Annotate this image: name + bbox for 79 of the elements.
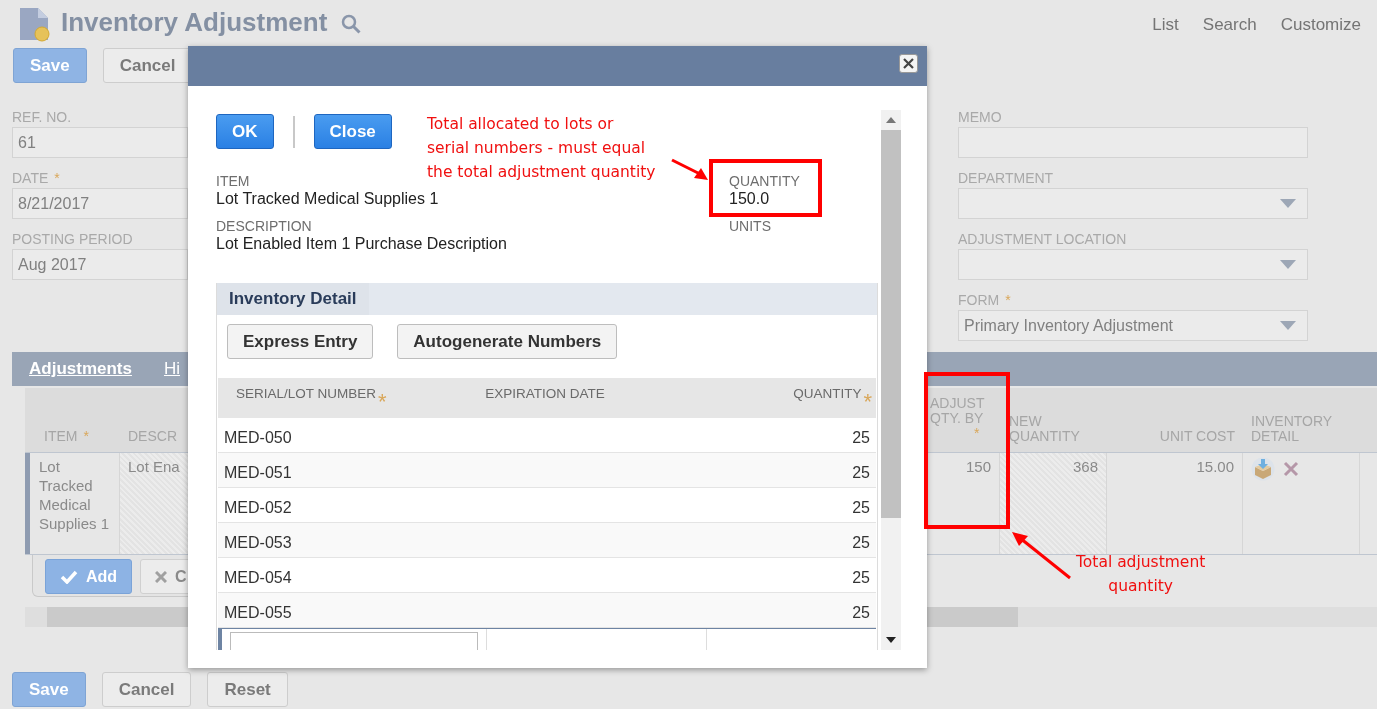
vertical-scrollbar[interactable] [881,110,901,650]
field-label: POSTING PERIOD [12,231,133,247]
field-value: Lot Tracked Medical Supplies 1 [216,189,440,208]
delete-icon[interactable] [1283,461,1299,477]
table-cell-text: MED-051 [224,463,293,483]
field-value: Lot Enabled Item 1 Purchase Description [216,234,508,253]
table-cell-text: MED-053 [224,533,293,553]
field-label: UNITS [729,218,772,234]
table-cell-text: 25 [851,533,870,553]
detail-button[interactable]: Express Entry [227,324,374,359]
arrow [1010,530,1072,580]
scroll-down-icon[interactable] [886,637,896,643]
required-mark: * [378,393,387,411]
dropdown-field[interactable] [958,249,1308,280]
x-icon [155,570,168,583]
field-value: 150.0 [729,189,771,208]
subtab[interactable]: Hi [163,352,181,386]
arrow [670,158,710,182]
page-button[interactable]: Save [12,672,86,707]
box-icon[interactable] [1251,457,1275,481]
field-label: ITEM [216,173,251,189]
dropdown-icon [1280,321,1296,330]
dropdown-field[interactable] [958,188,1308,219]
page-title: Inventory Adjustment [61,6,328,39]
panel-tab[interactable]: Inventory Detail [217,283,369,315]
header-link[interactable]: Search [1202,5,1257,45]
dialog-button[interactable]: Close [313,114,392,149]
input-field[interactable]: 61 [12,127,188,158]
dropdown-icon [1280,199,1296,208]
column-header: EXPIRATION DATE [485,385,605,403]
header-link[interactable]: Customize [1280,5,1361,45]
dropdown-field[interactable]: Primary Inventory Adjustment [958,310,1308,341]
search-icon[interactable] [341,14,362,34]
page-button[interactable]: Cancel [101,672,192,707]
close-button[interactable] [899,54,918,73]
table-cell-text: 25 [851,568,870,588]
table-cell-text: 25 [851,428,870,448]
input-field[interactable] [958,127,1308,158]
table-cell: 368 [1000,453,1107,554]
table-cell-text: 25 [851,603,870,623]
field-label: DATE [12,170,49,186]
annotation-text: Total allocated to lots or serial numbers - must equal the total adjustment quantity [427,114,656,183]
field-label: FORM [958,292,1000,308]
table-cell-text: 25 [851,463,870,483]
line-button[interactable]: Add [45,559,133,594]
header-link[interactable]: List [1152,5,1179,45]
required-mark: * [863,393,872,411]
field-label: QUANTITY [729,173,800,189]
field-label: REF. NO. [12,109,72,125]
field-label: DEPARTMENT [958,170,1054,186]
page-button[interactable]: Reset [207,672,288,707]
table-cell-text: 25 [851,498,870,518]
required-mark: * [54,170,60,186]
check-icon [60,569,78,584]
dialog-button[interactable]: OK [216,114,274,149]
table-cell-text: MED-052 [224,498,293,518]
table-cell: 15.00 [1107,453,1243,554]
column-header: QUANTITY [793,385,862,403]
table-cell-text: MED-055 [224,603,293,623]
input-field[interactable]: 8/21/2017 [12,188,188,219]
subtab[interactable]: Adjustments [29,352,132,386]
input-field[interactable] [230,632,478,650]
field-label: DESCRIPTION [216,218,313,234]
scroll-up-icon[interactable] [886,117,896,123]
table-cell-text: MED-054 [224,568,293,588]
field-label: ADJUSTMENT LOCATION [958,231,1127,247]
required-mark: * [1005,292,1011,308]
required-mark: * [974,426,980,441]
input-field[interactable]: Aug 2017 [12,249,188,280]
field-label: MEMO [958,109,1002,125]
page-button[interactable]: Save [13,48,87,83]
table-cell-text: MED-050 [224,428,293,448]
annotation-text: Total adjustment quantity [1076,552,1206,597]
required-mark: * [83,429,89,444]
dropdown-icon [1280,260,1296,269]
column-header: SERIAL/LOT NUMBER [236,385,377,403]
detail-button[interactable]: Autogenerate Numbers [397,324,618,359]
close-icon [903,58,914,69]
document-icon [18,6,51,42]
